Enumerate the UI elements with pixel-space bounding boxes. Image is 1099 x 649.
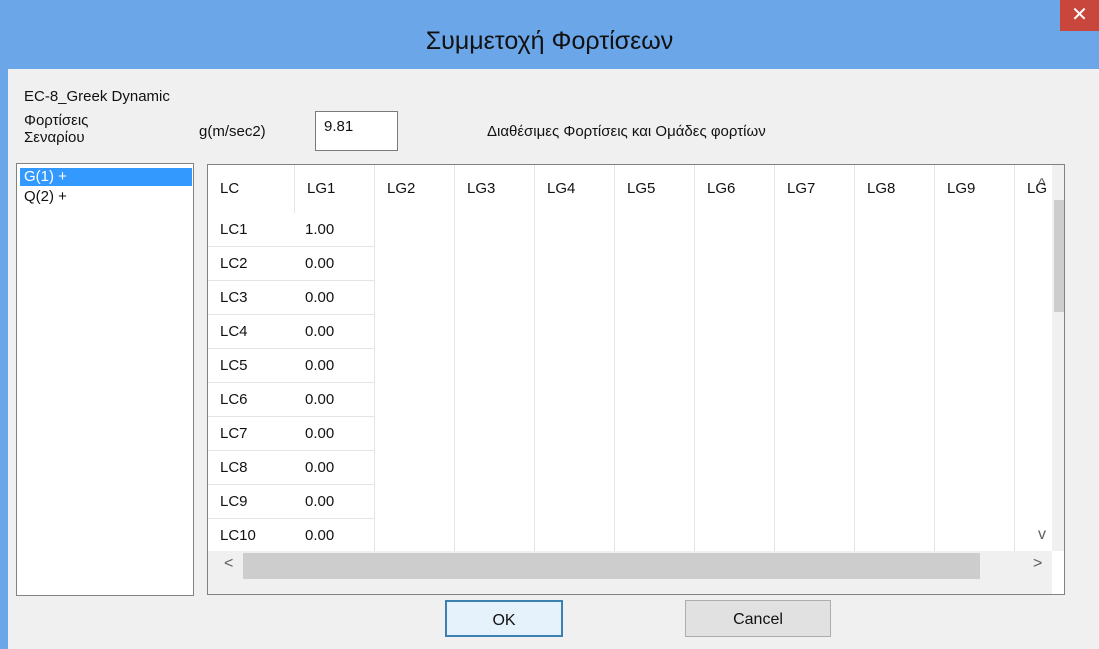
scenario-label-line1: Φορτίσεις — [24, 112, 89, 129]
grid-cell[interactable]: 0.00 — [295, 349, 375, 383]
scenario-listbox[interactable]: G(1) + Q(2) + — [16, 163, 194, 596]
available-loads-label: Διαθέσιμες Φορτίσεις και Ομάδες φορτίων — [487, 123, 766, 140]
grid-cell[interactable]: 0.00 — [295, 281, 375, 315]
g-label: g(m/sec2) — [199, 123, 266, 140]
scenario-label: Φορτίσεις Σεναρίου — [24, 112, 88, 146]
scroll-left-icon[interactable]: < — [224, 555, 233, 573]
row-header[interactable]: LC3 — [208, 281, 295, 315]
cancel-button[interactable]: Cancel — [685, 600, 831, 637]
column-header-lg10-partial[interactable]: LG — [1015, 165, 1055, 213]
row-header[interactable]: LC6 — [208, 383, 295, 417]
load-grid: LC LG1 LG2 LG3 LG4 LG5 LG6 LG7 LG8 LG9 L… — [207, 164, 1065, 595]
close-button[interactable]: ✕ — [1060, 0, 1099, 31]
grid-divider — [1014, 213, 1015, 553]
row-header[interactable]: LC5 — [208, 349, 295, 383]
row-header[interactable]: LC4 — [208, 315, 295, 349]
column-header-lg8[interactable]: LG8 — [855, 165, 935, 213]
ok-button[interactable]: OK — [445, 600, 563, 637]
column-header-lg5[interactable]: LG5 — [615, 165, 695, 213]
row-header[interactable]: LC10 — [208, 519, 295, 553]
grid-cell[interactable]: 0.00 — [295, 315, 375, 349]
row-header[interactable]: LC2 — [208, 247, 295, 281]
column-header-lg1[interactable]: LG1 — [295, 165, 375, 213]
row-header[interactable]: LC9 — [208, 485, 295, 519]
grid-divider — [774, 213, 775, 553]
row-header[interactable]: LC1 — [208, 213, 295, 247]
horizontal-scroll-thumb[interactable] — [243, 553, 980, 579]
column-header-lg3[interactable]: LG3 — [455, 165, 535, 213]
column-header-lg2[interactable]: LG2 — [375, 165, 455, 213]
window-title: Συμμετοχή Φορτίσεων — [425, 27, 674, 55]
scenario-item-g1[interactable]: G(1) + — [20, 168, 192, 186]
column-header-lg4[interactable]: LG4 — [535, 165, 615, 213]
grid-divider — [694, 213, 695, 553]
grid-divider — [854, 213, 855, 553]
grid-cell[interactable]: 0.00 — [295, 383, 375, 417]
scenario-label-line2: Σεναρίου — [24, 129, 85, 146]
grid-cell[interactable]: 0.00 — [295, 485, 375, 519]
grid-cell[interactable]: 1.00 — [295, 213, 375, 247]
row-header[interactable]: LC8 — [208, 451, 295, 485]
column-header-lg6[interactable]: LG6 — [695, 165, 775, 213]
scroll-right-icon[interactable]: > — [1033, 555, 1042, 573]
scroll-down-icon[interactable]: v — [1038, 526, 1046, 544]
grid-divider — [934, 213, 935, 553]
grid-cell[interactable]: 0.00 — [295, 451, 375, 485]
scenario-item-q2[interactable]: Q(2) + — [20, 188, 71, 206]
column-header-lc[interactable]: LC — [208, 165, 295, 213]
vertical-scroll-thumb[interactable] — [1054, 200, 1064, 312]
grid-divider — [534, 213, 535, 553]
g-value-input[interactable]: 9.81 — [315, 111, 398, 151]
grid-cell[interactable]: 0.00 — [295, 519, 375, 553]
grid-cell[interactable]: 0.00 — [295, 417, 375, 451]
column-header-lg9[interactable]: LG9 — [935, 165, 1015, 213]
scroll-up-icon[interactable]: ^ — [1038, 176, 1046, 194]
row-header[interactable]: LC7 — [208, 417, 295, 451]
scheme-name: EC-8_Greek Dynamic — [24, 88, 170, 105]
column-header-lg7[interactable]: LG7 — [775, 165, 855, 213]
grid-divider — [454, 213, 455, 553]
grid-cell[interactable]: 0.00 — [295, 247, 375, 281]
grid-divider — [614, 213, 615, 553]
